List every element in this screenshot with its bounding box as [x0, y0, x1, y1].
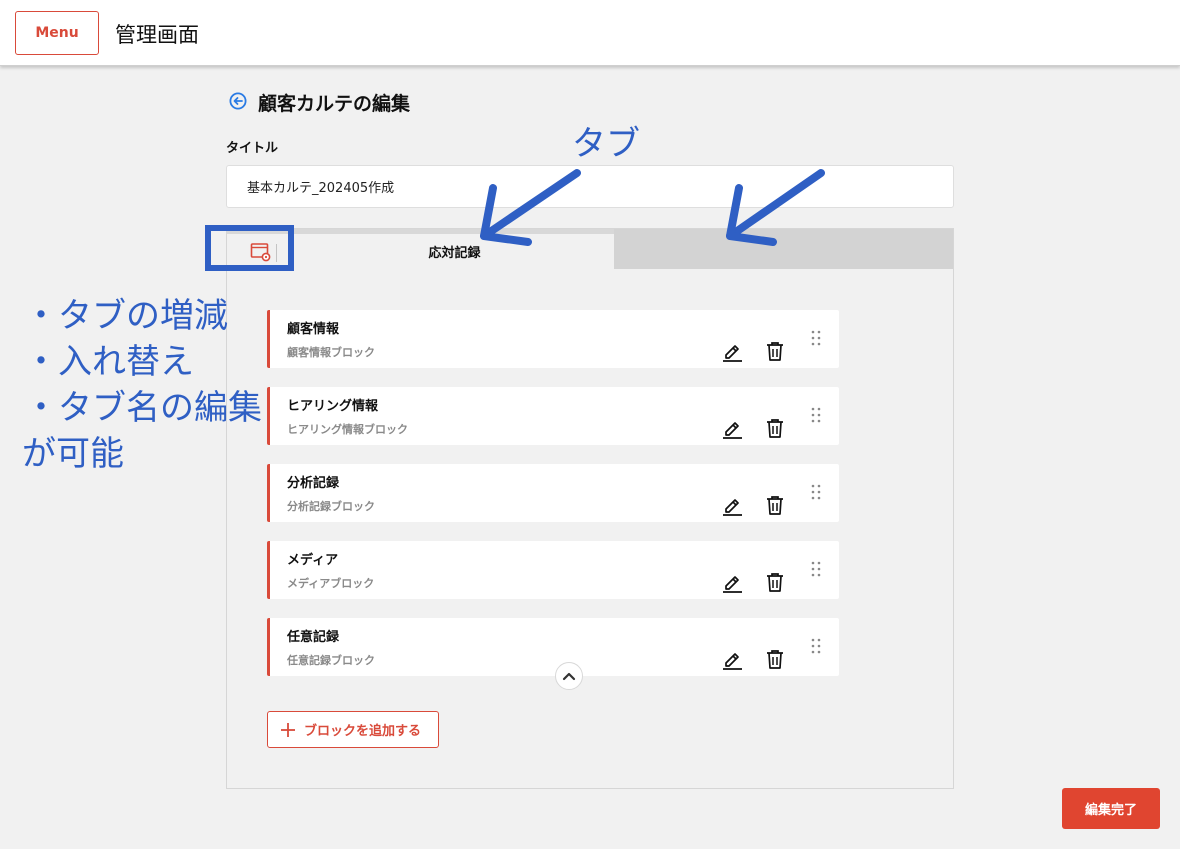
block-card[interactable]: ヒアリング情報 ヒアリング情報ブロック [267, 387, 839, 445]
tab-strip: 応対記録 [227, 229, 953, 269]
tab-response-record[interactable]: 応対記録 [295, 234, 614, 269]
block-type: 分析記録ブロック [287, 500, 375, 513]
block-type: 顧客情報ブロック [287, 346, 375, 359]
trash-icon[interactable] [765, 495, 785, 515]
block-type: メディアブロック [287, 577, 375, 590]
drag-handle-icon[interactable] [811, 407, 821, 423]
pencil-icon[interactable] [721, 340, 743, 362]
block-name: 任意記録 [287, 630, 340, 645]
pencil-icon[interactable] [721, 417, 743, 439]
trash-icon[interactable] [765, 572, 785, 592]
finish-editing-button[interactable]: 編集完了 [1062, 788, 1160, 829]
add-block-button[interactable]: ブロックを追加する [267, 711, 439, 748]
pencil-icon[interactable] [721, 494, 743, 516]
trash-icon[interactable] [765, 341, 785, 361]
app-title: 管理画面 [115, 23, 199, 47]
block-card[interactable]: 任意記録 任意記録ブロック [267, 618, 839, 676]
block-name: 分析記録 [287, 476, 340, 491]
block-card[interactable]: メディア メディアブロック [267, 541, 839, 599]
trash-icon[interactable] [765, 649, 785, 669]
drag-handle-icon[interactable] [811, 561, 821, 577]
block-type: ヒアリング情報ブロック [287, 423, 408, 436]
block-name: ヒアリング情報 [287, 399, 379, 414]
block-card[interactable]: 顧客情報 顧客情報ブロック [267, 310, 839, 368]
app-header: Menu 管理画面 [0, 0, 1180, 66]
pencil-icon[interactable] [721, 571, 743, 593]
drag-handle-icon[interactable] [811, 484, 821, 500]
drag-handle-icon[interactable] [811, 330, 821, 346]
collapse-button[interactable] [555, 662, 583, 690]
annotation-note: ・入れ替え [24, 342, 194, 382]
trash-icon[interactable] [765, 418, 785, 438]
annotation-highlight-box [205, 225, 294, 271]
block-card[interactable]: 分析記録 分析記録ブロック [267, 464, 839, 522]
annotation-tab-label: タブ [572, 124, 640, 164]
title-input[interactable] [226, 165, 954, 208]
pencil-icon[interactable] [721, 648, 743, 670]
annotation-note: が可能 [22, 434, 124, 474]
drag-handle-icon[interactable] [811, 638, 821, 654]
block-name: メディア [287, 553, 339, 568]
block-name: 顧客情報 [287, 322, 340, 337]
annotation-note: ・タブ名の編集 [24, 388, 262, 428]
annotation-note: ・タブの増減 [24, 296, 228, 336]
plus-icon [281, 722, 295, 737]
tab-panel: 応対記録 顧客情報 顧客情報ブロック ヒアリング情報 ヒアリング情報ブロック 分… [226, 228, 954, 789]
back-icon[interactable] [229, 92, 247, 110]
add-block-label: ブロックを追加する [304, 724, 422, 739]
chevron-up-icon [562, 672, 576, 681]
page-title: 顧客カルテの編集 [258, 93, 411, 115]
title-field-label: タイトル [226, 141, 279, 156]
block-type: 任意記録ブロック [287, 654, 375, 667]
tab-empty-area [614, 229, 953, 269]
menu-button[interactable]: Menu [15, 11, 99, 55]
